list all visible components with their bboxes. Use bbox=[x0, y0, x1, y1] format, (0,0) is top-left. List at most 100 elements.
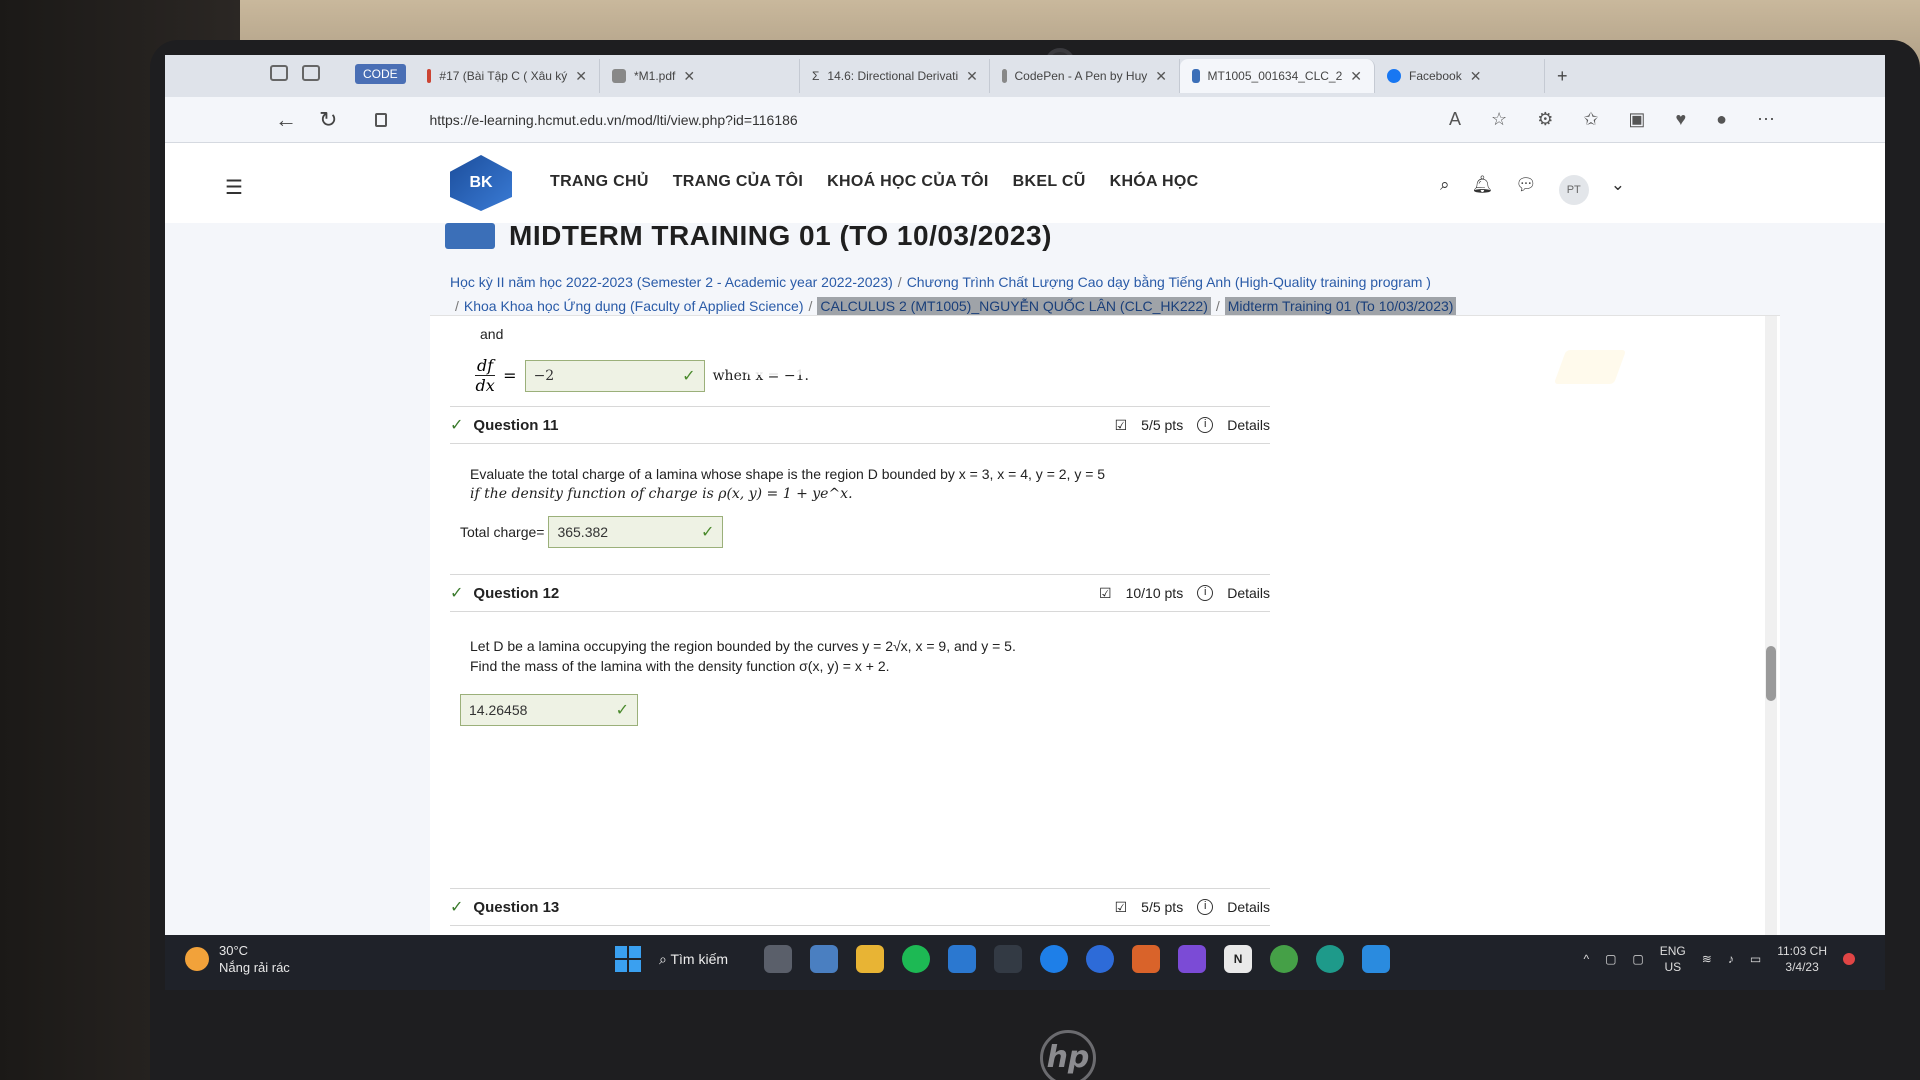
facebook-icon bbox=[1387, 69, 1401, 83]
mass-answer-field[interactable]: 14.26458 ✓ bbox=[460, 694, 638, 726]
details-link[interactable]: Details bbox=[1227, 585, 1270, 601]
clock[interactable]: 11:03 CH 3/4/23 bbox=[1777, 943, 1827, 975]
menu-trang-chu[interactable]: TRANG CHỦ bbox=[550, 173, 649, 191]
question-points: ☑ 5/5 pts i Details bbox=[1115, 417, 1270, 434]
search-icon[interactable]: ⌕ bbox=[1440, 175, 1450, 205]
taskbar-search[interactable]: ⌕ Tìm kiếm bbox=[659, 951, 728, 968]
url-field[interactable]: https://e-learning.hcmut.edu.vn/mod/lti/… bbox=[429, 112, 797, 128]
windows-start-icon[interactable] bbox=[615, 946, 641, 972]
derivative-answer-value: −2 bbox=[533, 367, 555, 384]
file-explorer-icon[interactable] bbox=[856, 945, 885, 973]
task-view-icon[interactable] bbox=[764, 945, 793, 973]
browser-toolbar: A ☆ ⚙ ✩ ▣ ♥ ● ⋯ bbox=[1449, 109, 1775, 130]
favorite-star-icon[interactable]: ☆ bbox=[1491, 109, 1507, 130]
chevron-up-icon[interactable]: ^ bbox=[1583, 952, 1589, 966]
battery-icon[interactable]: ▭ bbox=[1750, 952, 1761, 966]
tray-app-icon[interactable]: ▢ bbox=[1605, 952, 1616, 966]
question-text-line: if the density function of charge is ρ(x… bbox=[470, 486, 853, 502]
weather-sun-icon bbox=[185, 947, 209, 971]
mail-icon[interactable] bbox=[948, 945, 977, 973]
close-icon[interactable]: ✕ bbox=[1350, 68, 1362, 85]
tab-codepen[interactable]: CodePen - A Pen by Huy ✕ bbox=[990, 59, 1180, 93]
derivative-numerator: df bbox=[475, 356, 496, 376]
close-icon[interactable]: ✕ bbox=[966, 68, 978, 85]
scrollbar-thumb[interactable] bbox=[1766, 646, 1776, 701]
visual-studio-icon[interactable] bbox=[1178, 945, 1207, 973]
weather-widget[interactable]: 30°C Nắng rải rác bbox=[185, 942, 290, 976]
edge-icon[interactable] bbox=[1316, 945, 1345, 973]
bell-icon[interactable]: 🔔︎ bbox=[1472, 175, 1494, 205]
sublime-icon[interactable] bbox=[1132, 945, 1161, 973]
wifi-icon[interactable]: ≋ bbox=[1702, 952, 1712, 966]
heart-icon[interactable]: ♥ bbox=[1675, 109, 1686, 130]
read-aloud-icon[interactable]: A bbox=[1449, 109, 1461, 130]
tab-m1-pdf[interactable]: *M1.pdf ✕ bbox=[600, 59, 800, 93]
breadcrumb-semester[interactable]: Học kỳ II năm học 2022-2023 (Semester 2 … bbox=[450, 274, 893, 290]
question-text-line: Find the mass of the lamina with the den… bbox=[470, 658, 890, 674]
zalo-icon[interactable] bbox=[1040, 945, 1069, 973]
collections-icon[interactable]: ▣ bbox=[1628, 109, 1645, 130]
sigma-icon: Σ bbox=[812, 69, 820, 83]
favorites-icon[interactable]: ✩ bbox=[1583, 109, 1598, 130]
breadcrumb-course[interactable]: CALCULUS 2 (MT1005)_NGUYỄN QUỐC LÂN (CLC… bbox=[817, 297, 1211, 315]
question-text-line: Evaluate the total charge of a lamina wh… bbox=[470, 466, 1106, 482]
close-icon[interactable]: ✕ bbox=[1155, 68, 1167, 85]
scrollbar[interactable] bbox=[1765, 316, 1777, 936]
volume-icon[interactable]: ♪ bbox=[1728, 952, 1734, 966]
spotify-icon[interactable] bbox=[902, 945, 931, 973]
tab-directional[interactable]: Σ 14.6: Directional Derivati ✕ bbox=[800, 59, 990, 93]
profile-icon[interactable]: ● bbox=[1716, 109, 1727, 130]
language-indicator[interactable]: ENG US bbox=[1660, 943, 1686, 975]
breadcrumb-program[interactable]: Chương Trình Chất Lượng Cao dạy bằng Tiế… bbox=[907, 274, 1431, 290]
notification-dot-icon[interactable] bbox=[1843, 953, 1855, 965]
vscode-icon[interactable] bbox=[1362, 945, 1391, 973]
checkbox-icon: ☑ bbox=[1099, 584, 1112, 601]
notion-icon[interactable]: N bbox=[1224, 945, 1253, 973]
tab-bai-tap[interactable]: #17 (Bài Tập C ( Xâu ký ✕ bbox=[415, 59, 600, 93]
tab-mt1005[interactable]: MT1005_001634_CLC_2 ✕ bbox=[1180, 59, 1375, 93]
avatar[interactable]: PT bbox=[1558, 175, 1589, 205]
close-icon[interactable]: ✕ bbox=[683, 68, 695, 85]
reload-icon[interactable]: ↻ bbox=[319, 107, 337, 133]
details-link[interactable]: Details bbox=[1227, 899, 1270, 915]
tab-label: CodePen - A Pen by Huy bbox=[1014, 69, 1148, 83]
search-label: Tìm kiếm bbox=[670, 950, 729, 967]
temperature: 30°C bbox=[219, 943, 249, 958]
details-link[interactable]: Details bbox=[1227, 417, 1270, 433]
menu-khoa-hoc[interactable]: KHÓA HỌC bbox=[1110, 173, 1199, 191]
new-tab-button[interactable]: + bbox=[1545, 59, 1580, 93]
answer-value: 365.382 bbox=[557, 524, 609, 540]
workspaces-icon[interactable] bbox=[270, 65, 288, 81]
more-icon[interactable]: ⋯ bbox=[1757, 109, 1775, 130]
close-icon[interactable]: ✕ bbox=[575, 68, 587, 85]
tab-actions-icon[interactable] bbox=[302, 65, 320, 81]
tray-app-icon[interactable]: ▢ bbox=[1632, 952, 1643, 966]
steam-icon[interactable] bbox=[1086, 945, 1115, 973]
breadcrumb-activity[interactable]: Midterm Training 01 (To 10/03/2023) bbox=[1224, 297, 1457, 315]
code-badge[interactable]: CODE bbox=[355, 64, 406, 84]
total-charge-field[interactable]: 365.382 ✓ bbox=[548, 516, 724, 548]
photos-icon[interactable] bbox=[810, 945, 839, 973]
chat-icon[interactable]: 💬︎ bbox=[1515, 175, 1537, 205]
close-icon[interactable]: ✕ bbox=[1470, 68, 1482, 85]
address-bar: ← ↻ https://e-learning.hcmut.edu.vn/mod/… bbox=[165, 97, 1885, 143]
menu-khoa-hoc-cua-toi[interactable]: KHOÁ HỌC CỦA TÔI bbox=[827, 173, 989, 191]
breadcrumb-faculty[interactable]: Khoa Khoa học Ứng dụng (Faculty of Appli… bbox=[464, 298, 804, 314]
equals-sign: = bbox=[503, 366, 517, 385]
language-code: ENG bbox=[1659, 944, 1686, 958]
question-11-answer: Total charge= 365.382 ✓ bbox=[460, 516, 724, 548]
points-label: 5/5 pts bbox=[1141, 899, 1184, 915]
lock-icon[interactable] bbox=[375, 112, 388, 127]
tab-facebook[interactable]: Facebook ✕ bbox=[1375, 59, 1545, 93]
chevron-down-icon[interactable]: ⌄ bbox=[1611, 175, 1625, 205]
derivative-answer-field[interactable]: −2 ✓ bbox=[524, 359, 705, 392]
menu-bkel-cu[interactable]: BKEL CŨ bbox=[1013, 173, 1086, 191]
terminal-icon[interactable] bbox=[994, 945, 1023, 973]
check-icon: ✓ bbox=[450, 585, 464, 602]
extensions-icon[interactable]: ⚙ bbox=[1537, 109, 1553, 130]
bk-logo[interactable]: BK bbox=[450, 155, 512, 211]
chrome-icon[interactable] bbox=[1270, 945, 1299, 973]
drawer-toggle-icon[interactable]: ☰ bbox=[225, 175, 243, 200]
menu-trang-cua-toi[interactable]: TRANG CỦA TÔI bbox=[673, 173, 803, 191]
back-arrow-icon[interactable]: ← bbox=[275, 107, 297, 133]
